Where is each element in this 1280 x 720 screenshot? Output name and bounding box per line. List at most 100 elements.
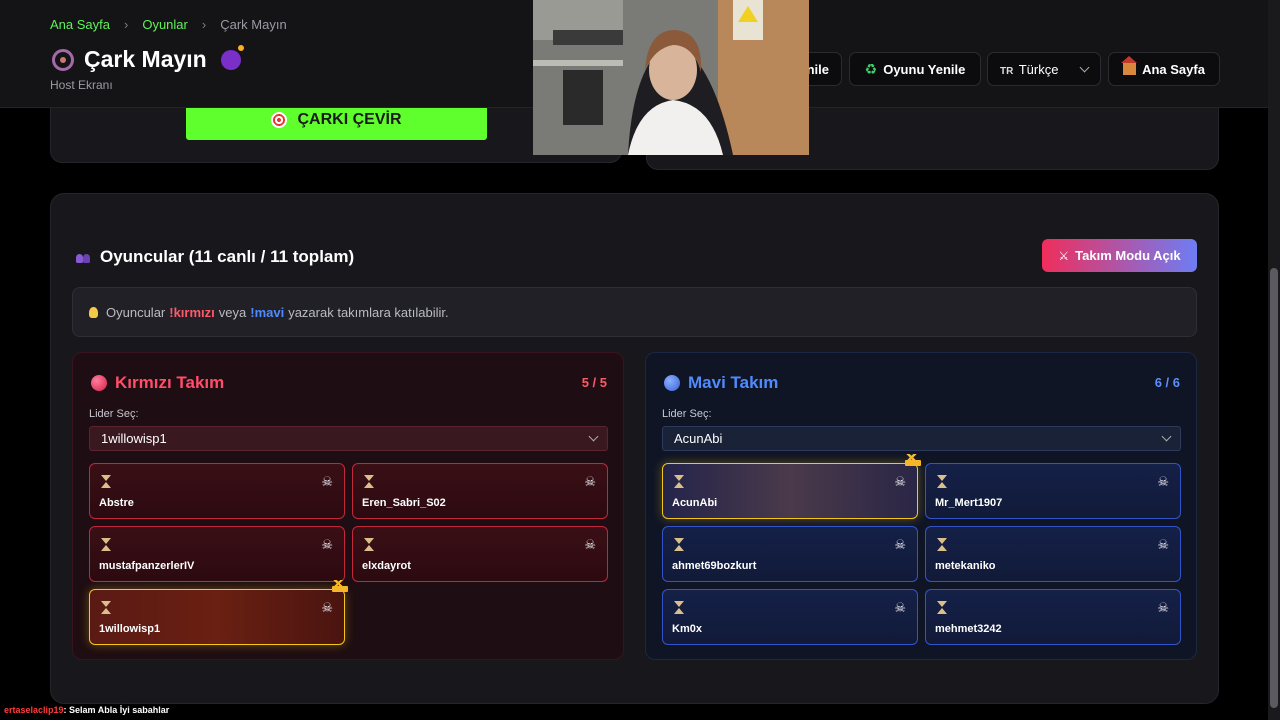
blue-team-count: 6 / 6 — [1154, 375, 1180, 390]
refresh-game-label: Oyunu Yenile — [883, 61, 966, 77]
player-name: AcunAbi — [672, 497, 718, 509]
scrollbar-thumb[interactable] — [1270, 268, 1278, 708]
language-value: TR Türkçe — [1000, 62, 1058, 77]
player-card[interactable]: ☠ ahmet69bozkurt — [662, 526, 918, 582]
player-card[interactable]: ☠ Abstre — [89, 463, 345, 519]
chat-text: : Selam Abla İyi sabahlar — [63, 705, 170, 715]
blue-leader-label: Lider Seç: — [662, 408, 712, 420]
breadcrumb: Ana Sayfa › Oyunlar › Çark Mayın — [50, 17, 287, 32]
hourglass-icon — [674, 475, 684, 488]
language-select[interactable]: TR Türkçe — [987, 52, 1101, 86]
page-subtitle: Host Ekranı — [50, 78, 113, 92]
blue-leader-value: AcunAbi — [674, 431, 723, 446]
home-button-label: Ana Sayfa — [1142, 61, 1205, 77]
player-name: elxdayrot — [362, 560, 411, 572]
hourglass-icon — [937, 538, 947, 551]
info-blue-command: !mavi — [250, 304, 285, 320]
wheel-icon — [52, 48, 74, 71]
info-prefix: Oyuncular — [106, 304, 166, 320]
header-button-partial-label: nile — [806, 61, 829, 77]
target-icon — [271, 112, 288, 128]
blue-team-header: Mavi Takım — [664, 373, 778, 393]
breadcrumb-games-link[interactable]: Oyunlar — [142, 17, 188, 32]
chevron-right-icon: › — [201, 17, 207, 32]
hourglass-icon — [101, 475, 111, 488]
chevron-right-icon: › — [124, 17, 129, 32]
red-team-panel: Kırmızı Takım 5 / 5 Lider Seç: 1willowis… — [72, 352, 624, 660]
hourglass-icon — [674, 538, 684, 551]
skull-crossbones-icon[interactable]: ☠ — [894, 474, 906, 490]
player-card[interactable]: ☠ Mr_Mert1907 — [925, 463, 1181, 519]
player-name: Eren_Sabri_S02 — [362, 497, 446, 509]
page-title: Çark Mayın — [84, 46, 207, 72]
red-team-count: 5 / 5 — [581, 375, 607, 390]
info-suffix: yazarak takımlara katılabilir. — [288, 304, 449, 320]
red-circle-icon — [91, 375, 107, 391]
bomb-icon — [220, 44, 244, 70]
hourglass-icon — [674, 601, 684, 614]
skull-crossbones-icon[interactable]: ☠ — [894, 600, 906, 616]
chat-username: ertaselaclip19 — [4, 705, 64, 715]
language-code: TR — [1000, 65, 1014, 77]
player-card[interactable]: ☠ elxdayrot — [352, 526, 608, 582]
team-mode-label: Takım Modu Açık — [1075, 248, 1181, 263]
blue-leader-select[interactable]: AcunAbi — [662, 426, 1181, 451]
hourglass-icon — [101, 601, 111, 614]
skull-crossbones-icon[interactable]: ☠ — [1157, 537, 1169, 553]
team-mode-toggle-button[interactable]: ⚔ Takım Modu Açık — [1042, 239, 1197, 272]
skull-crossbones-icon[interactable]: ☠ — [894, 537, 906, 553]
refresh-game-button[interactable]: ♻ Oyunu Yenile — [849, 52, 981, 86]
chevron-down-icon — [1161, 431, 1172, 442]
house-icon — [1121, 56, 1138, 75]
team-join-info: Oyuncular !kırmızı veya !mavi yazarak ta… — [72, 287, 1197, 337]
player-card[interactable]: ☠ metekaniko — [925, 526, 1181, 582]
leader-player-card[interactable]: ☠ 1willowisp1 — [89, 580, 348, 645]
skull-crossbones-icon[interactable]: ☠ — [321, 600, 333, 616]
red-team-header: Kırmızı Takım — [91, 373, 224, 393]
skull-crossbones-icon[interactable]: ☠ — [321, 537, 333, 553]
page-scrollbar[interactable] — [1268, 0, 1280, 720]
crossed-swords-icon: ⚔ — [1058, 248, 1070, 263]
skull-crossbones-icon[interactable]: ☠ — [1157, 474, 1169, 490]
skull-crossbones-icon[interactable]: ☠ — [584, 474, 596, 490]
player-name: Mr_Mert1907 — [935, 497, 1003, 509]
hourglass-icon — [364, 475, 374, 488]
red-leader-select[interactable]: 1willowisp1 — [89, 426, 608, 451]
player-card[interactable]: ☠ Eren_Sabri_S02 — [352, 463, 608, 519]
blue-team-name: Mavi Takım — [688, 373, 779, 392]
breadcrumb-home-link[interactable]: Ana Sayfa — [50, 17, 110, 32]
blue-team-panel: Mavi Takım 6 / 6 Lider Seç: AcunAbi ☠ Ac… — [645, 352, 1197, 660]
skull-crossbones-icon[interactable]: ☠ — [1157, 600, 1169, 616]
player-name: 1willowisp1 — [99, 623, 161, 635]
player-name: metekaniko — [935, 560, 996, 572]
players-heading: Oyuncular (11 canlı / 11 toplam) — [76, 247, 354, 267]
hourglass-icon — [937, 601, 947, 614]
lightbulb-icon — [89, 306, 98, 318]
player-name: mehmet3242 — [935, 623, 1002, 635]
player-name: mustafpanzerlerIV — [99, 560, 195, 572]
leader-player-card[interactable]: ☠ AcunAbi — [662, 454, 921, 519]
player-name: Abstre — [99, 497, 134, 509]
people-icon — [76, 251, 92, 263]
home-button[interactable]: Ana Sayfa — [1108, 52, 1220, 86]
blue-circle-icon — [664, 375, 680, 391]
skull-crossbones-icon[interactable]: ☠ — [321, 474, 333, 490]
webcam-overlay — [533, 0, 809, 155]
player-card[interactable]: ☠ Km0x — [662, 589, 918, 645]
player-card[interactable]: ☠ mustafpanzerlerIV — [89, 526, 345, 582]
breadcrumb-current: Çark Mayın — [220, 17, 287, 32]
chevron-down-icon — [588, 431, 599, 442]
spin-wheel-label: ÇARKI ÇEVİR — [297, 111, 402, 128]
webcam-image — [533, 0, 809, 155]
crown-icon — [332, 580, 348, 592]
language-label: Türkçe — [1018, 61, 1059, 77]
red-team-name: Kırmızı Takım — [115, 373, 225, 392]
player-name: ahmet69bozkurt — [672, 560, 757, 572]
red-leader-value: 1willowisp1 — [101, 431, 167, 446]
skull-crossbones-icon[interactable]: ☠ — [584, 537, 596, 553]
player-card[interactable]: ☠ mehmet3242 — [925, 589, 1181, 645]
page-title-row: Çark Mayın — [52, 44, 244, 73]
recycle-icon: ♻ — [864, 60, 878, 77]
hourglass-icon — [101, 538, 111, 551]
hourglass-icon — [364, 538, 374, 551]
